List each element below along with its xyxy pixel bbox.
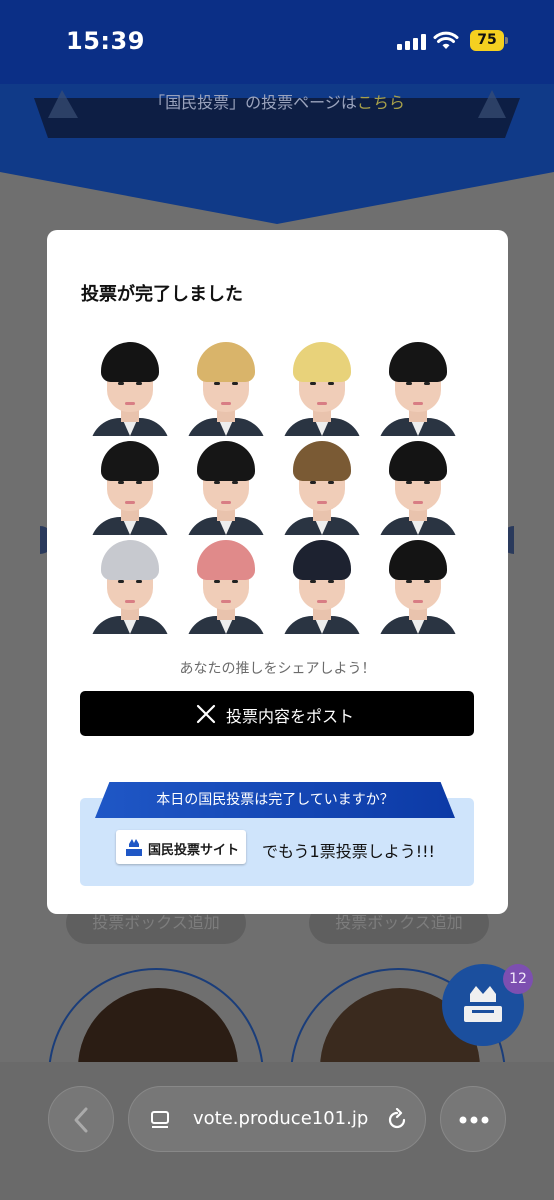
- trainee-photo: [373, 439, 463, 535]
- trainee-photo-grid: [85, 340, 473, 636]
- x-logo-icon: [196, 704, 216, 724]
- national-vote-site-button[interactable]: 国民投票サイト: [116, 830, 246, 864]
- promo-ribbon: 本日の国民投票は完了していますか？: [95, 782, 455, 818]
- post-button-label: 投票内容をポスト: [226, 707, 355, 726]
- post-to-x-button[interactable]: 投票内容をポスト: [80, 691, 474, 736]
- trainee-photo: [181, 538, 271, 634]
- trainee-photo: [181, 439, 271, 535]
- cellular-signal-icon: [397, 34, 427, 50]
- vote-page-link[interactable]: 「国民投票」の投票ページはこちら: [0, 89, 554, 113]
- ellipsis-icon: [459, 1116, 489, 1124]
- more-options-button[interactable]: [440, 1086, 506, 1152]
- trainee-photo: [277, 538, 367, 634]
- vote-count-badge: 12: [503, 964, 533, 994]
- trainee-photo: [277, 340, 367, 436]
- trainee-photo: [373, 340, 463, 436]
- ballot-box-icon: [126, 839, 142, 856]
- clock: 15:39: [66, 27, 145, 55]
- status-bar: 15:39 75: [0, 0, 554, 84]
- trainee-photo: [85, 340, 175, 436]
- battery-icon: 75: [470, 30, 508, 51]
- site-chip-label: 国民投票サイト: [148, 843, 240, 858]
- trainee-photo: [277, 439, 367, 535]
- banner-text: 「国民投票」の投票ページは: [149, 93, 357, 112]
- trainee-photo: [181, 340, 271, 436]
- trainee-photo: [85, 439, 175, 535]
- wifi-icon: [433, 31, 459, 49]
- reload-icon[interactable]: [385, 1108, 409, 1132]
- page-header-banner: 「国民投票」の投票ページはこちら: [0, 84, 554, 224]
- national-vote-promo: 本日の国民投票は完了していますか？ 国民投票サイト でもう1票投票しよう!!!: [80, 782, 474, 886]
- trainee-photo: [373, 538, 463, 634]
- trainee-photo: [85, 538, 175, 634]
- battery-level: 75: [470, 30, 504, 51]
- modal-title: 投票が完了しました: [81, 284, 243, 305]
- share-caption: あなたの推しをシェアしよう！: [179, 661, 376, 677]
- url-text: vote.produce101.jp: [193, 1108, 369, 1129]
- address-bar[interactable]: vote.produce101.jp: [128, 1086, 426, 1152]
- promo-text: でもう1票投票しよう!!!: [262, 842, 435, 861]
- reader-page-icon[interactable]: [149, 1108, 173, 1132]
- vote-complete-modal: 投票が完了しました あなたの推しをシェアしよう！ 投票内容をポスト 本日の国民投…: [47, 230, 508, 914]
- banner-link[interactable]: こちら: [357, 93, 405, 112]
- chevron-left-icon: [74, 1107, 88, 1133]
- back-button[interactable]: [48, 1086, 114, 1152]
